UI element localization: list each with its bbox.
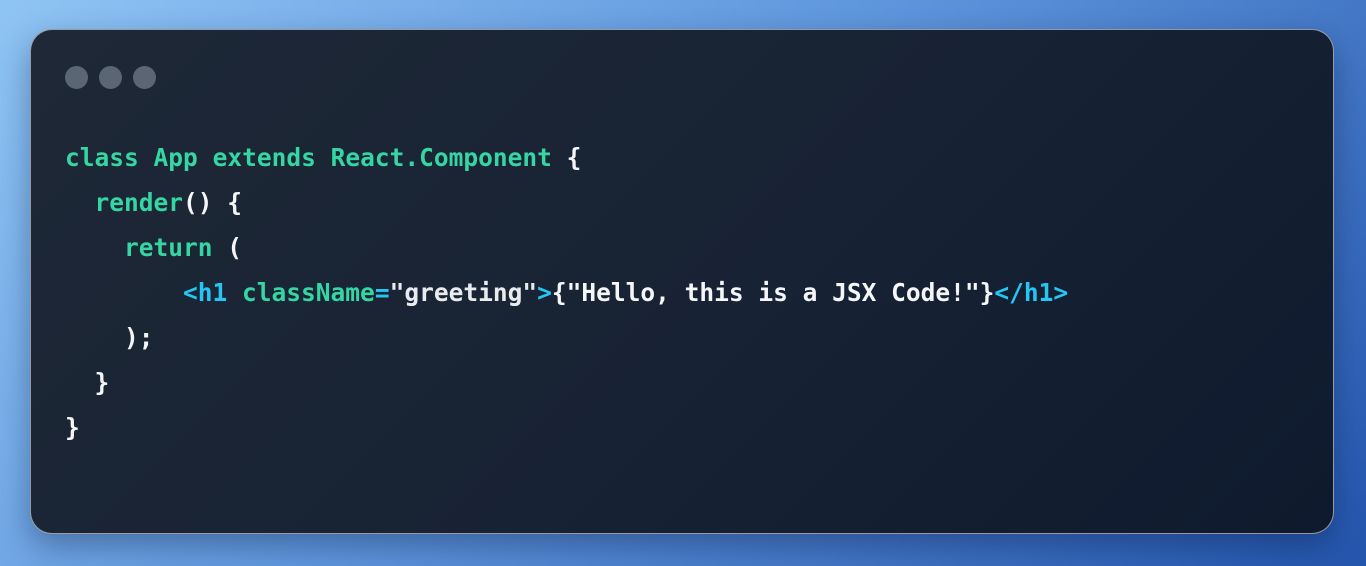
keyword-return: return (124, 233, 213, 262)
jsx-attribute-name: className (242, 278, 375, 307)
code-line-5: ); (65, 315, 1068, 360)
code-line-1: class App extends React.Component { (65, 135, 1068, 180)
open-brace: { (566, 143, 582, 172)
base-class: React.Component (330, 143, 552, 172)
code-line-4: <h1 className="greeting">{"Hello, this i… (65, 270, 1068, 315)
class-name: App (153, 143, 198, 172)
window-dot-2 (99, 66, 122, 89)
keyword-extends: extends (212, 143, 316, 172)
jsx-attribute-value: "greeting" (389, 278, 538, 307)
window-dot-1 (65, 66, 88, 89)
jsx-open-tag: <h1 (183, 278, 228, 307)
code-line-2: render() { (65, 180, 1068, 225)
jsx-open-tag-end: > (537, 278, 552, 307)
code-block: class App extends React.Component { rend… (65, 135, 1068, 450)
code-line-6: } (65, 360, 1068, 405)
code-line-3: return ( (65, 225, 1068, 270)
window-dot-3 (133, 66, 156, 89)
jsx-close-tag: </h1> (994, 278, 1069, 307)
close-brace-method: } (94, 368, 110, 397)
close-brace-class: } (65, 413, 80, 442)
method-name: render (94, 188, 184, 217)
code-window: class App extends React.Component { rend… (30, 29, 1334, 534)
keyword-class: class (65, 143, 139, 172)
method-signature: () { (183, 188, 243, 217)
close-paren: ); (124, 323, 154, 352)
jsx-expression: {"Hello, this is a JSX Code!"} (551, 278, 995, 307)
jsx-equals: = (374, 278, 390, 307)
window-controls (65, 66, 156, 89)
open-paren: ( (212, 233, 243, 262)
code-line-7: } (65, 405, 1068, 450)
